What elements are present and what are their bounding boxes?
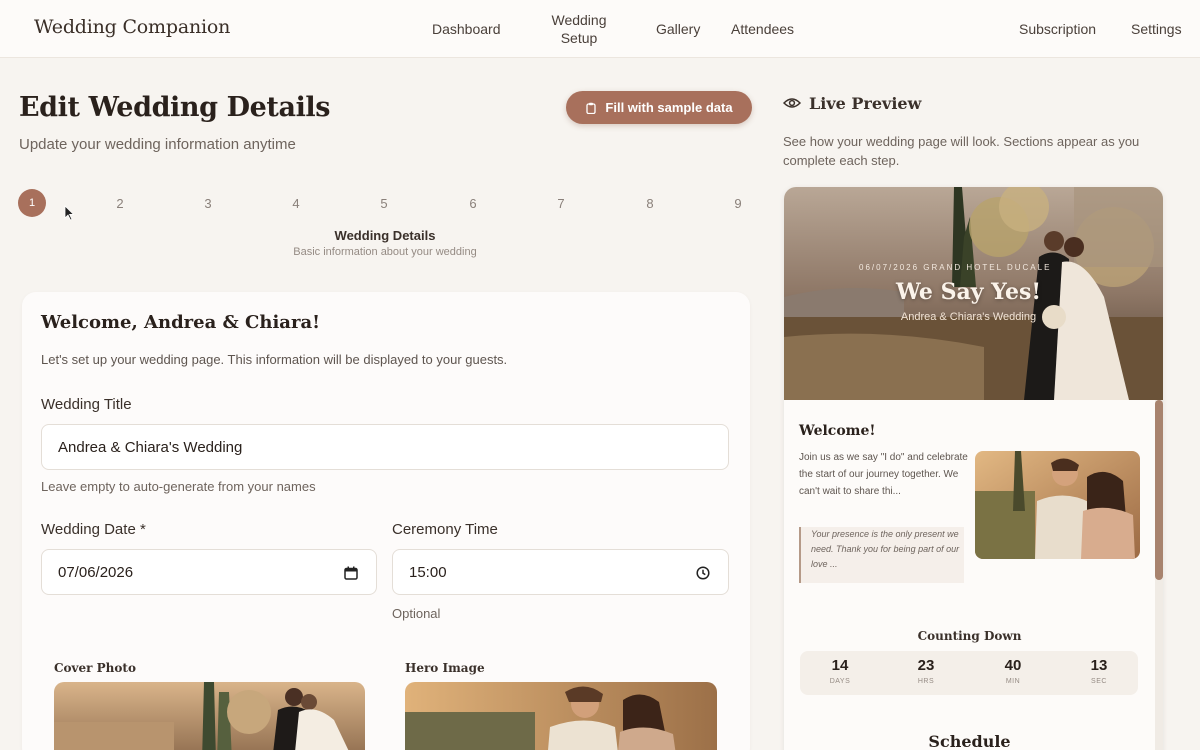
live-preview-panel[interactable]: 06/07/2026 GRAND HOTEL DUCALE We Say Yes… (784, 187, 1163, 750)
preview-hero-meta: 06/07/2026 GRAND HOTEL DUCALE (859, 263, 1052, 272)
countdown-hours: 23 HRS (896, 657, 956, 685)
ceremony-time-input[interactable]: 15:00 (392, 549, 729, 595)
step-5[interactable]: 5 (370, 189, 398, 217)
step-1[interactable]: 1 (18, 189, 46, 217)
wedding-date-input[interactable]: 07/06/2026 (41, 549, 377, 595)
page-subtitle: Update your wedding information anytime (19, 136, 296, 153)
calendar-icon[interactable] (344, 566, 358, 580)
step-2[interactable]: 2 (106, 189, 134, 217)
fill-sample-data-button[interactable]: Fill with sample data (566, 91, 752, 124)
step-8[interactable]: 8 (636, 189, 664, 217)
countdown-hours-unit: HRS (917, 678, 935, 685)
cover-photo-label: Cover Photo (54, 661, 136, 675)
preview-welcome-body: Join us as we say "I do" and celebrate t… (799, 452, 968, 497)
nav-settings[interactable]: Settings (1131, 20, 1182, 38)
nav-subscription[interactable]: Subscription (1019, 20, 1096, 38)
wedding-date-label: Wedding Date * (41, 521, 146, 538)
current-step-title: Wedding Details (334, 228, 436, 243)
live-preview-title: Live Preview (809, 94, 922, 113)
eye-icon (783, 98, 801, 108)
preview-hero-subtitle: Andrea & Chiara's Wedding (900, 311, 1037, 323)
countdown-days-unit: DAYS (829, 678, 851, 685)
nav-wedding-setup-line1: Wedding (551, 12, 607, 28)
countdown-days-value: 14 (831, 657, 849, 674)
top-nav: Wedding Companion Dashboard Wedding Setu… (0, 0, 1200, 58)
wedding-title-label: Wedding Title (41, 396, 132, 413)
countdown-minutes-unit: MIN (1005, 678, 1021, 685)
preview-schedule-title: Schedule (928, 732, 1011, 750)
welcome-text: Let's set up your wedding page. This inf… (41, 352, 508, 367)
brand-logo[interactable]: Wedding Companion (34, 16, 230, 38)
welcome-heading: Welcome, Andrea & Chiara! (41, 312, 321, 333)
page-title: Edit Wedding Details (19, 92, 331, 123)
countdown-seconds-unit: SEC (1091, 678, 1107, 685)
step-4[interactable]: 4 (282, 189, 310, 217)
clipboard-icon (586, 102, 597, 114)
preview-countdown-title: Counting Down (917, 629, 1022, 643)
countdown-seconds-value: 13 (1090, 657, 1108, 674)
live-preview-description: See how your wedding page will look. Sec… (783, 134, 1140, 168)
nav-wedding-setup-line2: Setup (560, 30, 598, 46)
ceremony-time-label: Ceremony Time (392, 521, 498, 538)
countdown-days: 14 DAYS (810, 657, 870, 685)
fill-sample-data-label: Fill with sample data (605, 100, 733, 115)
wedding-title-hint: Leave empty to auto-generate from your n… (41, 479, 316, 494)
current-step-description: Basic information about your wedding (293, 246, 477, 258)
hero-image-image[interactable] (405, 682, 717, 750)
countdown-minutes-value: 40 (1004, 657, 1022, 674)
countdown-hours-value: 23 (917, 657, 935, 674)
preview-welcome-quote: Your presence is the only present we nee… (799, 527, 964, 583)
ceremony-time-value: 15:00 (409, 563, 447, 581)
hero-image-label: Hero Image (405, 661, 485, 675)
preview-welcome-heading: Welcome! (799, 423, 876, 439)
step-7[interactable]: 7 (547, 189, 575, 217)
step-6[interactable]: 6 (459, 189, 487, 217)
ceremony-time-hint: Optional (392, 606, 441, 621)
preview-scrollbar-thumb[interactable] (1155, 400, 1163, 580)
nav-wedding-setup[interactable]: Wedding Setup (549, 11, 609, 47)
wedding-date-value: 07/06/2026 (58, 563, 134, 581)
wedding-title-input[interactable]: Andrea & Chiara's Wedding (41, 424, 729, 470)
nav-attendees[interactable]: Attendees (731, 20, 794, 38)
step-9[interactable]: 9 (724, 189, 752, 217)
step-3[interactable]: 3 (194, 189, 222, 217)
preview-hero-title: We Say Yes! (896, 279, 1041, 305)
clock-icon[interactable] (696, 566, 710, 580)
cover-photo-image[interactable] (54, 682, 365, 750)
mouse-cursor-icon (64, 205, 74, 221)
preview-welcome-photo (975, 451, 1140, 559)
countdown-minutes: 40 MIN (983, 657, 1043, 685)
nav-dashboard[interactable]: Dashboard (432, 20, 501, 38)
countdown-seconds: 13 SEC (1069, 657, 1129, 685)
nav-gallery[interactable]: Gallery (656, 20, 700, 38)
